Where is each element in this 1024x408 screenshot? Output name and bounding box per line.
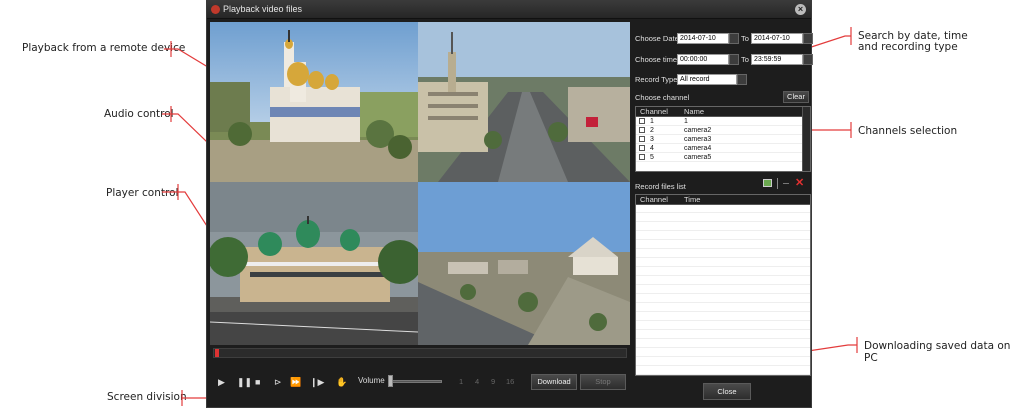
- channel-table-header: Channel Name: [636, 107, 810, 117]
- volume-knob[interactable]: [388, 375, 393, 387]
- time-to-field[interactable]: 23:59:59: [751, 54, 803, 65]
- channel-row[interactable]: 2 camera2: [636, 126, 810, 135]
- channel-name: camera2: [684, 127, 712, 134]
- window-title: Playback video files: [223, 4, 303, 14]
- channel-name: camera5: [684, 154, 712, 161]
- volume-slider[interactable]: [388, 380, 442, 383]
- record-channel-col-header: Channel: [640, 195, 668, 204]
- stop-icon[interactable]: ■: [255, 377, 260, 387]
- channel-col-header: Channel: [640, 107, 668, 116]
- clear-button[interactable]: Clear: [783, 91, 809, 103]
- app-logo-icon: [211, 5, 220, 14]
- time-to-stepper[interactable]: [803, 54, 813, 65]
- record-type-label: Record Type: [635, 75, 678, 84]
- slow-icon[interactable]: ⊳: [274, 377, 282, 388]
- record-time-col-header: Time: [684, 195, 701, 204]
- time-from-stepper[interactable]: [729, 54, 739, 65]
- video-tile-4[interactable]: [418, 182, 630, 345]
- channel-name: 1: [684, 118, 688, 125]
- annotation-audio-control: Audio control: [104, 108, 174, 120]
- record-files-title: Record files list: [635, 182, 686, 191]
- delete-icon[interactable]: ✕: [795, 176, 804, 189]
- annotation-downloading: Downloading saved data on PC: [864, 340, 1011, 364]
- camera-search-icon[interactable]: [763, 179, 772, 187]
- channel-scrollbar[interactable]: [802, 107, 810, 171]
- date-to-label: To: [741, 34, 749, 43]
- divider-icon: [777, 178, 778, 189]
- choose-date-label: Choose Date: [635, 34, 679, 43]
- close-button[interactable]: Close: [703, 383, 751, 400]
- channel-number: 5: [650, 154, 654, 161]
- time-from-field[interactable]: 00:00:00: [677, 54, 729, 65]
- choose-time-label: Choose time: [635, 55, 678, 64]
- stop-button[interactable]: Stop: [580, 374, 626, 390]
- city-aerial-image: [418, 182, 630, 345]
- avenue-image: [418, 22, 630, 182]
- annotation-player-control: Player control: [106, 187, 179, 199]
- player-controls: ▶ ❚❚ ■ ⊳ ⏩ ❙▶ ✋ Volume 1 4 9 16 Download…: [210, 347, 630, 405]
- channel-row[interactable]: 3 camera3: [636, 135, 810, 144]
- annotation-playback-remote: Playback from a remote device: [22, 42, 186, 54]
- channel-name: camera3: [684, 136, 712, 143]
- playback-window: Playback video files × ▶ ❚❚ ■ ⊳ ⏩ ❙▶ ✋ V…: [206, 0, 813, 408]
- video-tile-3[interactable]: [210, 182, 418, 345]
- screen-division-16[interactable]: 16: [506, 377, 514, 386]
- time-to-label: To: [741, 55, 749, 64]
- channel-number: 2: [650, 127, 654, 134]
- video-tile-1[interactable]: [210, 22, 418, 182]
- window-close-icon[interactable]: ×: [795, 4, 806, 15]
- channel-checkbox[interactable]: [639, 154, 645, 160]
- audio-icon[interactable]: ✋: [336, 377, 347, 388]
- pause-icon[interactable]: ❚❚: [237, 377, 252, 388]
- download-button[interactable]: Download: [531, 374, 577, 390]
- annotation-search-line2: and recording type: [858, 41, 958, 53]
- annotation-channels-selection: Channels selection: [858, 125, 958, 137]
- screen-division-9[interactable]: 9: [491, 377, 495, 386]
- channel-row[interactable]: 5 camera5: [636, 153, 810, 162]
- frame-step-icon[interactable]: ❙▶: [310, 377, 324, 388]
- channel-number: 1: [650, 118, 654, 125]
- channel-checkbox[interactable]: [639, 118, 645, 124]
- channel-name: camera4: [684, 145, 712, 152]
- title-bar: Playback video files ×: [207, 1, 811, 19]
- record-type-dropdown[interactable]: [737, 74, 747, 85]
- channel-number: 3: [650, 136, 654, 143]
- screen-division-1[interactable]: 1: [459, 377, 463, 386]
- play-icon[interactable]: ▶: [218, 377, 225, 388]
- progress-knob[interactable]: [215, 349, 219, 357]
- fast-forward-icon[interactable]: ⏩: [290, 377, 301, 388]
- video-tile-2[interactable]: [418, 22, 630, 182]
- minus-icon[interactable]: [783, 183, 789, 184]
- channel-row[interactable]: 4 camera4: [636, 144, 810, 153]
- choose-channel-title: Choose channel: [635, 93, 690, 102]
- date-from-dropdown[interactable]: [729, 33, 739, 44]
- date-from-field[interactable]: 2014-07-10: [677, 33, 729, 44]
- video-grid: [210, 22, 630, 345]
- record-table-header: Channel Time: [636, 195, 810, 205]
- channel-table: Channel Name 11 2 camera2 3 camera3 4 camer…: [635, 106, 811, 172]
- record-type-select[interactable]: All record: [677, 74, 737, 85]
- screenshot-stage: Playback from a remote device Audio cont…: [0, 0, 1024, 408]
- channel-checkbox[interactable]: [639, 136, 645, 142]
- channel-row[interactable]: 11: [636, 117, 810, 126]
- name-col-header: Name: [684, 107, 705, 116]
- search-panel: Choose Date 2014-07-10 To 2014-07-10 Cho…: [631, 22, 813, 405]
- playback-progress-bar[interactable]: [213, 348, 627, 358]
- date-to-dropdown[interactable]: [803, 33, 813, 44]
- date-to-field[interactable]: 2014-07-10: [751, 33, 803, 44]
- channel-number: 4: [650, 145, 654, 152]
- screen-division-4[interactable]: 4: [475, 377, 479, 386]
- channel-checkbox[interactable]: [639, 145, 645, 151]
- volume-label: Volume: [358, 376, 385, 385]
- cathedral-image: [210, 22, 418, 182]
- green-domes-image: [210, 182, 418, 345]
- record-files-table: Channel Time: [635, 194, 811, 376]
- channel-checkbox[interactable]: [639, 127, 645, 133]
- annotation-screen-division: Screen division: [107, 391, 187, 403]
